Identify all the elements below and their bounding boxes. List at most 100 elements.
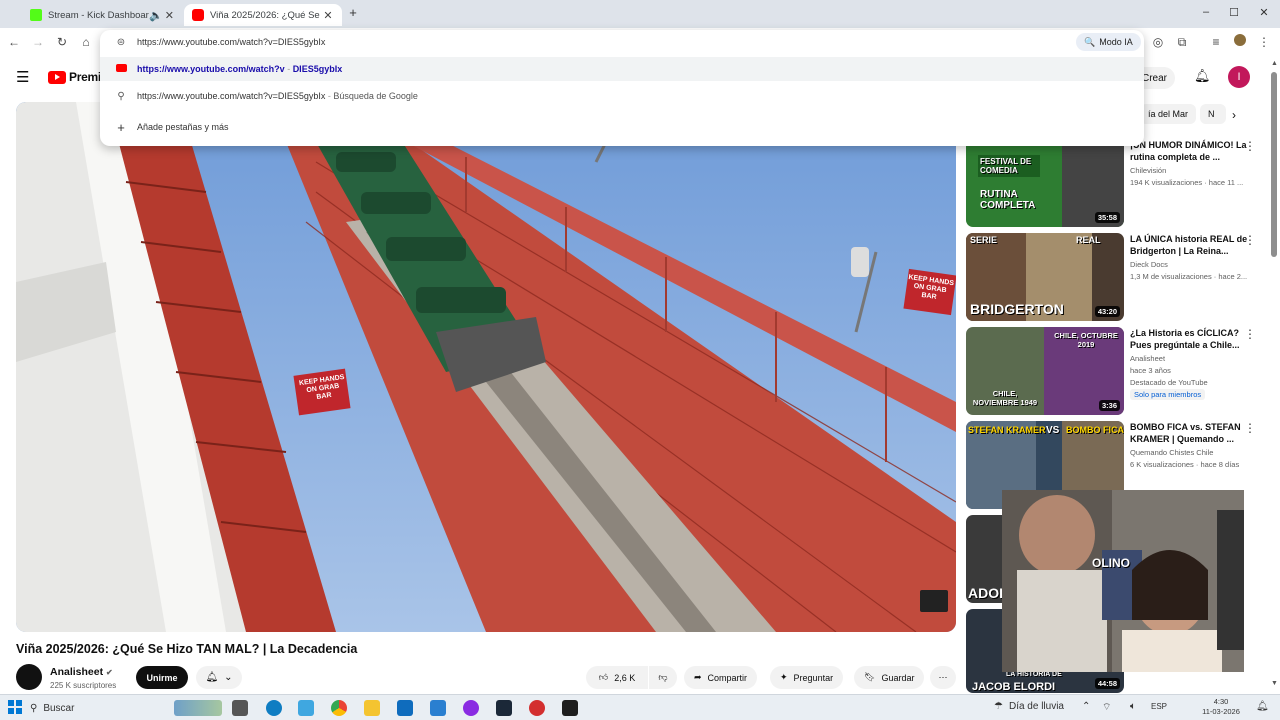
recommendation-channel[interactable]: Chilevisión [1130, 166, 1166, 175]
recommendation-item[interactable]: FESTIVAL DE COMEDIA RUTINA COMPLETA 35:5… [966, 139, 1256, 229]
scroll-up-icon[interactable]: ▲ [1271, 60, 1278, 67]
recommendation-title[interactable]: ¿La Historia es CÍCLICA? Pues pregúntale… [1130, 327, 1248, 351]
language-indicator[interactable]: ESP [1151, 702, 1167, 711]
like-button[interactable]: 👍︎ 2,6 K [586, 666, 648, 689]
ask-button[interactable]: ✦ Preguntar [770, 666, 844, 689]
recommendation-thumbnail[interactable]: CHILE, OCTUBRE 2019 CHILE, NOVIEMBRE 194… [966, 327, 1124, 415]
recommendation-title[interactable]: ¡UN HUMOR DINÁMICO! La rutina completa d… [1130, 139, 1248, 163]
modo-ia-button[interactable]: 🔍 Modo IA [1076, 33, 1141, 51]
thumbnail-text: BOMBO FICA [1066, 425, 1124, 435]
scrollbar-thumb[interactable] [1271, 72, 1277, 257]
hamburger-menu-icon[interactable]: ☰ [16, 68, 29, 86]
share-button[interactable]: ➦ Compartir [684, 666, 758, 689]
scroll-down-icon[interactable]: ▼ [1271, 680, 1278, 687]
weather-widget-icon[interactable] [174, 700, 222, 716]
minimize-button[interactable]: – [1198, 6, 1214, 18]
create-label: Crear [1142, 72, 1168, 84]
edge-icon[interactable] [266, 700, 282, 716]
add-tabs-row[interactable]: + Añade pestañas y más [100, 115, 1144, 139]
reload-icon[interactable]: ↻ [54, 34, 70, 50]
forward-icon[interactable]: → [30, 34, 46, 50]
close-window-button[interactable]: ✕ [1256, 6, 1272, 19]
reading-list-icon[interactable]: ≡ [1208, 34, 1224, 50]
thumbnail-text: CHILE, OCTUBRE 2019 [1054, 331, 1118, 349]
filter-chip[interactable]: N [1200, 104, 1226, 124]
thumbnail-text: BRIDGERTON [970, 301, 1064, 317]
tab-youtube-video[interactable]: Viña 2025/2026: ¿Qué Se Hizo ✕ [184, 4, 342, 26]
recommendation-channel[interactable]: Quemando Chistes Chile [1130, 448, 1213, 457]
new-tab-button[interactable]: + [345, 5, 361, 20]
network-icon[interactable]: ⌔ [1102, 701, 1111, 714]
volume-icon[interactable]: 🔈︎ [1130, 701, 1136, 712]
profile-icon[interactable] [1232, 34, 1248, 50]
kebab-menu-icon[interactable]: ⋮ [1244, 421, 1256, 435]
recommendation-title[interactable]: LA ÚNICA historia REAL de Bridgerton | L… [1130, 233, 1248, 257]
copilot-icon[interactable] [298, 700, 314, 716]
app-icon[interactable] [463, 700, 479, 716]
weather-status[interactable]: ☂ Día de lluvia [994, 701, 1064, 712]
kebab-menu-icon[interactable]: ⋮ [1244, 327, 1256, 341]
chevron-up-icon[interactable]: ⌃ [1082, 701, 1090, 712]
recommendation-item[interactable]: CHILE, OCTUBRE 2019 CHILE, NOVIEMBRE 194… [966, 327, 1256, 417]
recommendation-channel[interactable]: Analisheet [1130, 354, 1165, 363]
taskbar-search[interactable]: ⚲ Buscar [30, 699, 168, 717]
notifications-icon[interactable]: 🔔︎ [1256, 701, 1269, 712]
store-icon[interactable] [397, 700, 413, 716]
more-menu-icon[interactable]: ⋮ [1256, 34, 1272, 50]
home-icon[interactable]: ⌂ [78, 34, 94, 50]
recommendation-channel[interactable]: Dieck Docs [1130, 260, 1168, 269]
address-bar[interactable]: ⊜ https://www.youtube.com/watch?v=DIES5g… [100, 30, 1144, 54]
extensions-icon[interactable]: ⧉ [1174, 34, 1190, 50]
close-tab-icon[interactable]: ✕ [322, 9, 334, 22]
share-label: Compartir [707, 672, 748, 683]
channel-name[interactable]: Analisheet ✔ [50, 666, 113, 678]
subscription-bell-button[interactable]: 🔔︎ ⌄ [196, 666, 242, 689]
address-input[interactable]: https://www.youtube.com/watch?v=DIES5gyb… [137, 37, 325, 47]
plus-icon: + [117, 119, 125, 135]
steam-icon[interactable] [496, 700, 512, 716]
recommendation-thumbnail[interactable]: FESTIVAL DE COMEDIA RUTINA COMPLETA 35:5… [966, 139, 1124, 227]
photos-icon[interactable] [430, 700, 446, 716]
recommendation-thumbnail[interactable]: SERIE REAL BRIDGERTON 43:20 [966, 233, 1124, 321]
save-button[interactable]: 🔖︎ Guardar [854, 666, 925, 689]
mute-icon[interactable]: 🔈 [149, 9, 163, 22]
account-avatar[interactable]: I [1228, 66, 1250, 88]
app-icon[interactable] [562, 700, 578, 716]
page-scrollbar[interactable]: ▲ ▼ [1270, 60, 1278, 690]
kebab-menu-icon[interactable]: ⋮ [1244, 139, 1256, 153]
task-view-icon[interactable] [232, 700, 248, 716]
youtube-icon [192, 9, 204, 21]
join-button[interactable]: Unirme [136, 666, 188, 689]
youtube-logo[interactable]: Premi [48, 70, 101, 84]
camera-icon[interactable]: ◎ [1150, 34, 1166, 50]
dislike-button[interactable]: 👎︎ [649, 666, 677, 689]
app-icon[interactable] [529, 700, 545, 716]
notifications-bell-icon[interactable]: 🔔︎ [1194, 68, 1211, 84]
file-explorer-icon[interactable] [364, 700, 380, 716]
suggestion-row[interactable]: https://www.youtube.com/watch?v - DIES5g… [100, 57, 1144, 81]
suggestion-url: https://www.youtube.com/watch?v [137, 64, 285, 74]
chrome-icon[interactable] [331, 700, 347, 716]
filter-chip[interactable]: ía del Mar [1140, 104, 1197, 124]
clock[interactable]: 4:30 11-03-2026 [1196, 697, 1246, 717]
site-info-icon[interactable]: ⊜ [114, 37, 128, 48]
more-actions-button[interactable]: ⋯ [930, 666, 956, 689]
chevron-right-icon[interactable]: › [1232, 108, 1236, 122]
maximize-button[interactable]: ☐ [1226, 6, 1242, 19]
channel-avatar[interactable] [16, 664, 42, 690]
tab-kick-dashboard[interactable]: Stream - Kick Dashboard 🔈 ✕ [22, 4, 184, 26]
suggestion-row[interactable]: ⚲ https://www.youtube.com/watch?v=DIES5g… [100, 84, 1144, 108]
recommendation-meta: 6 K visualizaciones · hace 8 días [1130, 460, 1240, 469]
thumbnail-text: REAL [1076, 235, 1101, 245]
kick-icon [30, 9, 42, 21]
recommendation-title[interactable]: BOMBO FICA vs. STEFAN KRAMER | Quemando … [1130, 421, 1248, 445]
clock-time: 4:30 [1213, 697, 1229, 706]
chevron-down-icon: ⌄ [224, 672, 233, 683]
youtube-play-icon [48, 70, 66, 84]
windows-start-icon[interactable] [8, 700, 24, 716]
back-icon[interactable]: ← [6, 34, 22, 50]
close-tab-icon[interactable]: ✕ [163, 9, 176, 22]
video-player[interactable]: KEEP HANDS ON GRAB BAR KEEP HANDS ON GRA… [16, 102, 956, 632]
recommendation-item[interactable]: SERIE REAL BRIDGERTON 43:20 LA ÚNICA his… [966, 233, 1256, 323]
kebab-menu-icon[interactable]: ⋮ [1244, 233, 1256, 247]
